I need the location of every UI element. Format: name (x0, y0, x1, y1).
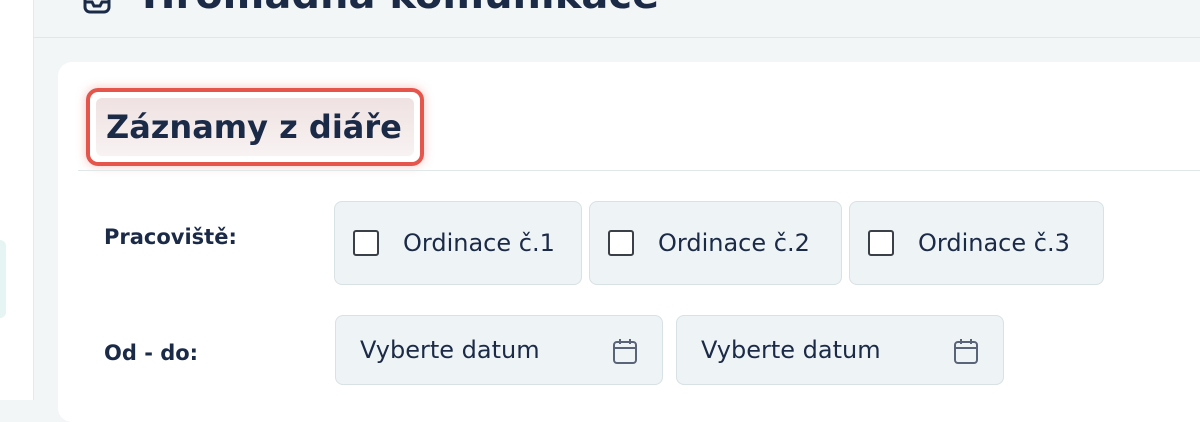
workplace-checkbox-1[interactable]: Ordinace č.1 (334, 201, 582, 285)
checkbox-icon[interactable] (608, 230, 634, 256)
workplace-label: Pracoviště: (104, 225, 237, 249)
inbox-icon (83, 0, 111, 14)
date-to-field[interactable]: Vyberte datum (676, 315, 1004, 385)
checkbox-icon[interactable] (868, 230, 894, 256)
workplace-option-label: Ordinace č.3 (918, 229, 1070, 257)
calendar-icon[interactable] (612, 337, 638, 365)
page-title: Hromadná komunikace (142, 0, 659, 18)
date-from-placeholder: Vyberte datum (360, 336, 540, 364)
workplace-option-label: Ordinace č.2 (658, 229, 810, 257)
workplace-checkbox-3[interactable]: Ordinace č.3 (849, 201, 1104, 285)
calendar-icon[interactable] (953, 337, 979, 365)
sidebar-active-indicator (0, 240, 6, 318)
section-divider (78, 170, 1200, 171)
workplace-checkbox-2[interactable]: Ordinace č.2 (589, 201, 842, 285)
section-title: Záznamy z diáře (106, 108, 402, 146)
date-to-placeholder: Vyberte datum (701, 336, 881, 364)
date-from-field[interactable]: Vyberte datum (335, 315, 663, 385)
date-range-label: Od - do: (104, 341, 199, 365)
checkbox-icon[interactable] (353, 230, 379, 256)
workplace-option-label: Ordinace č.1 (403, 229, 555, 257)
sidebar (0, 0, 34, 400)
